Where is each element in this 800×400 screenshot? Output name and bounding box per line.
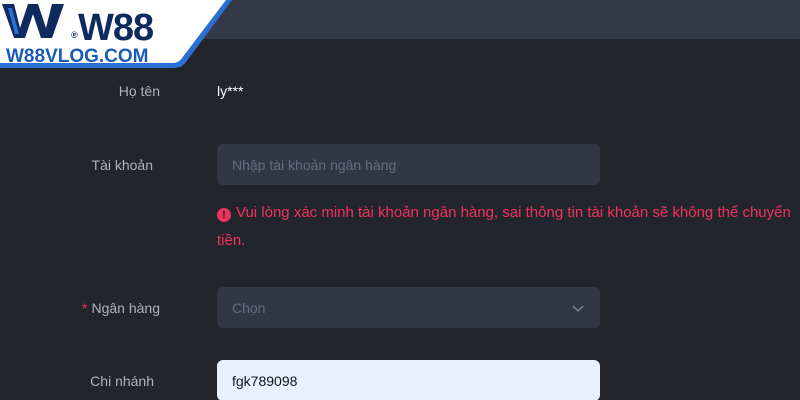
logo-site-text: W88VLOG.COM — [6, 46, 149, 67]
name-label: Họ tên — [118, 83, 160, 99]
branch-label: Chi nhánh — [90, 373, 154, 389]
logo-registered: ® — [71, 30, 78, 40]
site-logo[interactable]: ® W88 W88VLOG.COM — [0, 0, 240, 76]
account-label: Tài khoản — [91, 157, 153, 173]
logo-w-mark — [2, 4, 64, 38]
required-mark: * — [82, 300, 88, 316]
chevron-down-icon — [572, 304, 584, 312]
name-value: ly*** — [217, 83, 244, 99]
bank-select-placeholder: Chọn — [232, 299, 266, 316]
logo-brand-text: W88 — [78, 7, 154, 49]
account-error-text: Vui lòng xác minh tài khoản ngân hàng, s… — [217, 204, 791, 249]
account-input[interactable] — [217, 144, 600, 185]
bank-label-text: Ngân hàng — [91, 300, 160, 316]
bank-label: * Ngân hàng — [0, 300, 160, 316]
error-info-icon: ! — [217, 208, 231, 222]
bank-select[interactable]: Chọn — [217, 287, 600, 328]
account-error-message: ! Vui lòng xác minh tài khoản ngân hàng, … — [217, 199, 797, 255]
branch-input[interactable] — [217, 360, 600, 400]
